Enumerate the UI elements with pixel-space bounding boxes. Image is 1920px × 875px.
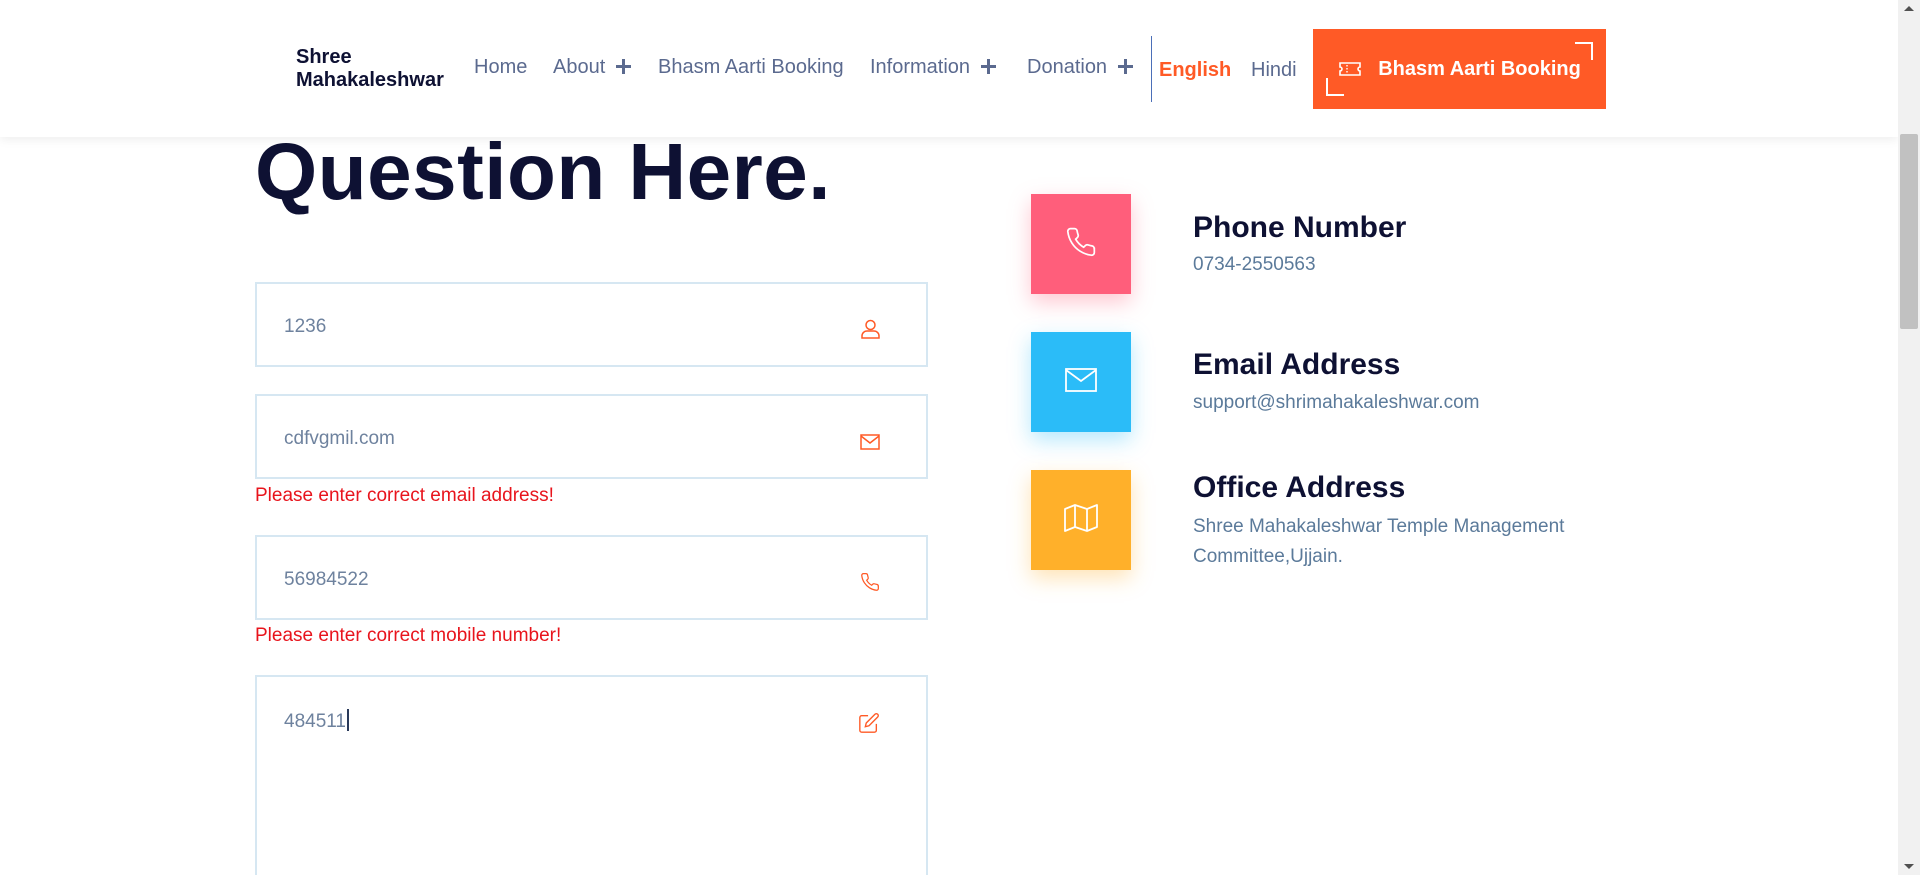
- envelope-icon: [1065, 367, 1097, 397]
- message-text: 484511: [284, 711, 346, 732]
- site-logo[interactable]: Shree Mahakaleshwar: [296, 46, 444, 92]
- phone-value: 56984522: [284, 569, 369, 590]
- phone-number[interactable]: 0734-2550563: [1193, 250, 1316, 280]
- map-icon: [1064, 503, 1098, 537]
- phone-error: Please enter correct mobile number!: [255, 625, 562, 646]
- name-field[interactable]: 1236: [255, 282, 928, 367]
- office-info-box: [1031, 470, 1131, 570]
- scrollbar-thumb[interactable]: [1900, 134, 1918, 329]
- nav-information[interactable]: Information: [870, 56, 997, 79]
- logo-line-2: Mahakaleshwar: [296, 69, 444, 91]
- nav-donation[interactable]: Donation: [1027, 56, 1134, 79]
- cta-label: Bhasm Aarti Booking: [1378, 57, 1581, 80]
- message-value: 484511: [284, 709, 349, 733]
- email-info-box: [1031, 332, 1131, 432]
- name-value: 1236: [284, 316, 327, 337]
- email-value: cdfvgmil.com: [284, 428, 395, 449]
- corner-decoration: [1326, 78, 1344, 96]
- corner-decoration: [1575, 42, 1593, 60]
- nav-bhasm-aarti-booking[interactable]: Bhasm Aarti Booking: [658, 56, 844, 79]
- plus-icon[interactable]: [981, 59, 997, 74]
- plus-icon[interactable]: [616, 59, 632, 74]
- user-icon: [861, 319, 880, 339]
- nav-bhasm-label: Bhasm Aarti Booking: [658, 56, 844, 78]
- section-heading: Question Here.: [255, 127, 832, 216]
- scroll-up-arrow-icon[interactable]: [1904, 6, 1914, 11]
- phone-title: Phone Number: [1193, 211, 1407, 244]
- phone-field[interactable]: 56984522: [255, 535, 928, 620]
- phone-icon: [1065, 226, 1097, 263]
- office-title: Office Address: [1193, 471, 1406, 504]
- nav-divider: [1151, 36, 1152, 102]
- email-address[interactable]: support@shrimahakaleshwar.com: [1193, 388, 1479, 418]
- logo-line-1: Shree: [296, 46, 352, 68]
- nav-home[interactable]: Home: [474, 56, 527, 79]
- page: Shree Mahakaleshwar Home About Bhasm Aar…: [0, 0, 1898, 875]
- vertical-scrollbar[interactable]: [1898, 0, 1920, 875]
- email-title: Email Address: [1193, 348, 1401, 381]
- plus-icon[interactable]: [1118, 59, 1134, 74]
- envelope-icon: [860, 434, 880, 450]
- site-header: Shree Mahakaleshwar Home About Bhasm Aar…: [0, 0, 1898, 137]
- phone-icon: [860, 572, 880, 592]
- language-english[interactable]: English: [1159, 59, 1231, 82]
- message-textarea[interactable]: 484511: [255, 675, 928, 875]
- bhasm-aarti-booking-button[interactable]: Bhasm Aarti Booking: [1313, 29, 1606, 109]
- office-address-line-1: Shree Mahakaleshwar Temple Management: [1193, 516, 1565, 537]
- phone-info-box: [1031, 194, 1131, 294]
- ticket-icon: [1338, 61, 1362, 77]
- nav-information-label: Information: [870, 56, 971, 78]
- text-cursor: [347, 709, 349, 731]
- edit-icon: [858, 712, 880, 734]
- nav-home-label: Home: [474, 56, 528, 78]
- office-address-line-2: Committee,Ujjain.: [1193, 546, 1343, 567]
- nav-about[interactable]: About: [553, 56, 632, 79]
- scroll-down-arrow-icon[interactable]: [1904, 864, 1914, 869]
- office-address: Shree Mahakaleshwar Temple Management Co…: [1193, 512, 1564, 572]
- nav-donation-label: Donation: [1027, 56, 1108, 78]
- language-hindi[interactable]: Hindi: [1251, 59, 1297, 82]
- nav-about-label: About: [553, 56, 606, 78]
- email-field[interactable]: cdfvgmil.com: [255, 394, 928, 479]
- email-error: Please enter correct email address!: [255, 485, 554, 506]
